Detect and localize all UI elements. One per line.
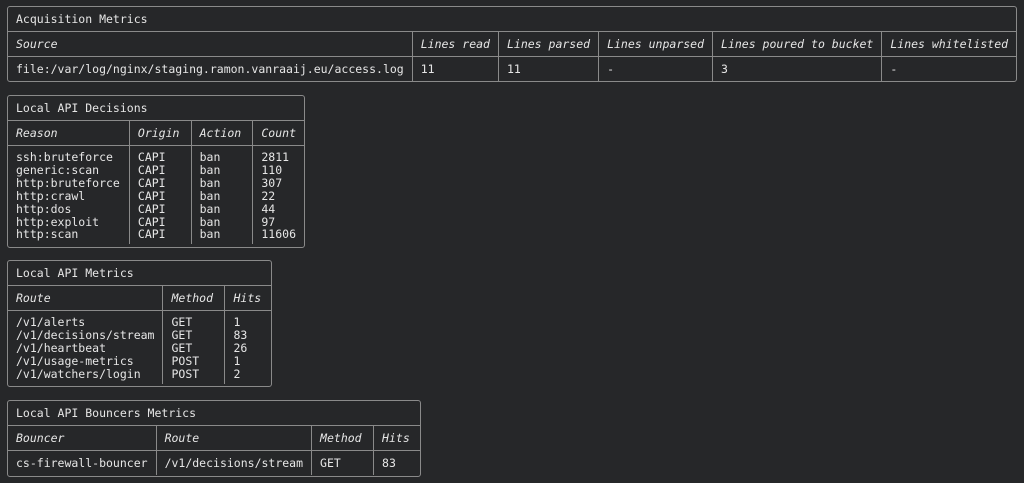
acquisition-metrics-title: Acquisition Metrics: [8, 7, 1016, 32]
reason-cell: http:crawl: [16, 188, 86, 203]
header-reason: Reason: [8, 121, 130, 146]
header-lines-whitelisted: Lines whitelisted: [881, 32, 1016, 57]
method-cell: GET: [311, 450, 375, 475]
local-api-decisions-title: Local API Decisions: [8, 96, 304, 121]
count-cell: 22: [261, 188, 276, 203]
local-api-bouncers-panel: Local API Bouncers Metrics Bouncer Route…: [7, 400, 421, 477]
local-api-decisions-table: Reason Origin Action Count ssh:bruteforc…: [8, 121, 304, 245]
route-column: /v1/alerts /v1/decisions/stream /v1/hear…: [8, 310, 164, 384]
lines-poured-cell: 3: [712, 56, 883, 81]
method-cell: GET: [171, 315, 193, 329]
reason-cell: http:dos: [16, 201, 72, 216]
count-cell: 44: [261, 201, 276, 216]
origin-cell: CAPI: [137, 227, 166, 242]
lines-unparsed-cell: -: [598, 56, 714, 81]
reason-column: ssh:bruteforce generic:scan http:brutefo…: [8, 145, 130, 245]
header-method: Method: [311, 426, 375, 451]
acquisition-metrics-table: Source Lines read Lines parsed Lines unp…: [8, 32, 1016, 81]
method-cell: POST: [171, 353, 200, 368]
header-count: Count: [252, 121, 304, 146]
header-lines-unparsed: Lines unparsed: [598, 32, 714, 57]
reason-cell: http:bruteforce: [16, 175, 120, 190]
origin-cell: CAPI: [137, 162, 166, 177]
hits-cell: 83: [382, 456, 396, 470]
hits-cell: 2: [233, 366, 241, 381]
reason-cell: http:scan: [16, 227, 79, 242]
local-api-bouncers-title: Local API Bouncers Metrics: [8, 401, 420, 426]
hits-cell: 83: [233, 327, 248, 342]
hits-cell: 1: [233, 353, 241, 368]
route-cell: /v1/heartbeat: [16, 340, 107, 355]
header-route: Route: [156, 426, 313, 451]
local-api-metrics-panel: Local API Metrics Route Method Hits /v1/…: [7, 260, 272, 387]
table-row: ssh:bruteforce generic:scan http:brutefo…: [8, 145, 304, 245]
header-hits: Hits: [373, 426, 420, 451]
action-cell: ban: [199, 150, 221, 164]
method-column: GET GET GET POST POST: [162, 310, 226, 384]
action-cell: ban: [199, 227, 221, 242]
lines-parsed-cell: 11: [498, 56, 600, 81]
hits-cell: 26: [233, 340, 248, 355]
header-origin: Origin: [129, 121, 192, 146]
reason-cell: generic:scan: [16, 162, 100, 177]
count-cell: 110: [261, 162, 283, 177]
bouncer-cell: cs-firewall-bouncer: [8, 450, 157, 475]
table-row: file:/var/log/nginx/staging.ramon.vanraa…: [8, 56, 1016, 81]
hits-cell: 1: [233, 315, 241, 329]
method-cell: POST: [171, 366, 200, 381]
route-cell: /v1/decisions/stream: [16, 327, 155, 342]
route-cell: /v1/alerts: [16, 315, 86, 329]
action-cell: ban: [199, 162, 221, 177]
origin-cell: CAPI: [137, 150, 166, 164]
header-lines-poured: Lines poured to bucket: [712, 32, 883, 57]
header-route: Route: [8, 286, 164, 311]
action-cell: ban: [199, 188, 221, 203]
method-cell: GET: [171, 327, 193, 342]
action-cell: ban: [199, 201, 221, 216]
count-column: 2811 110 307 22 44 97 11606: [253, 146, 304, 245]
header-lines-parsed: Lines parsed: [498, 32, 600, 57]
count-cell: 11606: [261, 227, 296, 242]
header-source: Source: [8, 32, 413, 57]
source-cell: file:/var/log/nginx/staging.ramon.vanraa…: [8, 56, 413, 81]
table-row: /v1/alerts /v1/decisions/stream /v1/hear…: [8, 310, 271, 384]
local-api-bouncers-table: Bouncer Route Method Hits cs-firewall-bo…: [8, 426, 420, 475]
header-lines-read: Lines read: [412, 32, 499, 57]
route-cell: /v1/usage-metrics: [16, 353, 134, 368]
local-api-decisions-panel: Local API Decisions Reason Origin Action…: [7, 95, 305, 248]
acquisition-metrics-panel: Acquisition Metrics Source Lines read Li…: [7, 6, 1017, 82]
origin-cell: CAPI: [137, 201, 166, 216]
local-api-metrics-table: Route Method Hits /v1/alerts /v1/decisio…: [8, 286, 271, 384]
header-action: Action: [191, 121, 254, 146]
table-row: cs-firewall-bouncer /v1/decisions/stream…: [8, 450, 420, 475]
origin-cell: CAPI: [137, 188, 166, 203]
header-method: Method: [162, 286, 226, 311]
action-column: ban ban ban ban ban ban ban: [191, 145, 254, 245]
lines-read-cell: 11: [412, 56, 499, 81]
header-hits: Hits: [224, 286, 271, 311]
action-cell: ban: [199, 175, 221, 190]
count-cell: 307: [261, 175, 283, 190]
local-api-metrics-title: Local API Metrics: [8, 261, 271, 286]
origin-column: CAPI CAPI CAPI CAPI CAPI CAPI CAPI: [129, 145, 192, 245]
count-cell: 2811: [261, 150, 290, 164]
lines-whitelisted-cell: -: [890, 62, 898, 76]
origin-cell: CAPI: [137, 175, 166, 190]
route-cell: /v1/decisions/stream: [156, 450, 313, 475]
method-cell: GET: [171, 340, 193, 355]
header-bouncer: Bouncer: [8, 426, 157, 451]
reason-cell: ssh:bruteforce: [16, 150, 113, 164]
hits-column: 1 83 26 1 2: [225, 311, 271, 384]
route-cell: /v1/watchers/login: [16, 366, 141, 381]
